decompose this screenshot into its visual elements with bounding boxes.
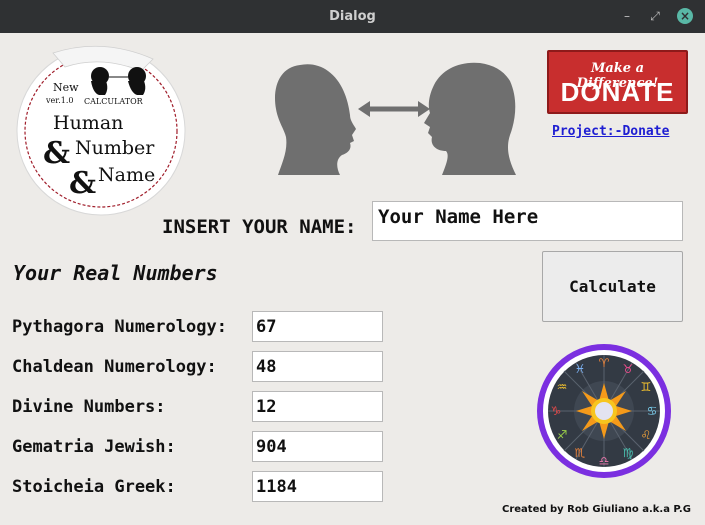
maximize-icon[interactable]: ⤢ (647, 8, 663, 24)
svg-text:♐: ♐ (557, 428, 568, 442)
logo-ampersand-1: & (43, 136, 70, 171)
stoicheia-label: Stoicheia Greek: (12, 477, 176, 497)
two-heads-image (275, 62, 516, 175)
donate-button[interactable]: Make a Difference! DONATE (547, 50, 688, 114)
calculate-button[interactable]: Calculate (542, 251, 683, 322)
close-icon[interactable]: × (677, 8, 693, 24)
gematria-value-field[interactable]: 904 (252, 431, 383, 462)
logo-text-name: Name (98, 164, 155, 186)
svg-text:♓: ♓ (575, 362, 586, 376)
logo-text-human: Human (53, 112, 123, 134)
donate-project-link[interactable]: Project:-Donate (552, 124, 669, 139)
donate-label: DONATE (560, 77, 675, 107)
chaldean-value-field[interactable]: 48 (252, 351, 383, 382)
stoicheia-value-field[interactable]: 1184 (252, 471, 383, 502)
svg-text:♊: ♊ (641, 380, 652, 394)
author-credit: Created by Rob Giuliano a.k.a P.G (502, 504, 691, 515)
divine-value-field[interactable]: 12 (252, 391, 383, 422)
svg-text:♌: ♌ (641, 428, 652, 442)
dialog-content: New ver.1.0 CALCULATOR Human & Number & … (2, 33, 703, 525)
dialog-window: Dialog – ⤢ × New ver.1.0 CALCULATOR Huma… (0, 0, 705, 525)
svg-text:♉: ♉ (623, 362, 634, 376)
minimize-icon[interactable]: – (619, 8, 635, 24)
title-bar[interactable]: Dialog – ⤢ × (0, 0, 705, 33)
svg-text:♒: ♒ (557, 380, 568, 394)
svg-text:♋: ♋ (647, 404, 658, 418)
name-input[interactable]: Your Name Here (372, 201, 683, 241)
window-title: Dialog (329, 9, 376, 24)
chaldean-label: Chaldean Numerology: (12, 357, 217, 377)
logo-text-new: New (53, 81, 79, 94)
logo-text-calculator: CALCULATOR (84, 97, 144, 106)
divine-label: Divine Numbers: (12, 397, 166, 417)
app-logo: New ver.1.0 CALCULATOR Human & Number & … (16, 45, 186, 216)
head-left-icon (275, 64, 356, 175)
pythagora-label: Pythagora Numerology: (12, 317, 227, 337)
zodiac-wheel-icon: ♈ ♉ ♊ ♋ ♌ ♍ ♎ ♏ ♐ ♑ ♒ ♓ (537, 344, 671, 478)
gematria-label: Gematria Jewish: (12, 437, 176, 457)
svg-text:♑: ♑ (551, 404, 562, 418)
logo-ampersand-2: & (69, 166, 96, 201)
svg-text:♎: ♎ (599, 454, 610, 468)
logo-text-number: Number (75, 137, 155, 159)
svg-text:♏: ♏ (575, 446, 586, 460)
double-arrow-icon (358, 101, 430, 117)
section-title: Your Real Numbers (13, 261, 218, 285)
svg-text:♍: ♍ (623, 446, 634, 460)
svg-text:♈: ♈ (599, 356, 610, 370)
pythagora-value-field[interactable]: 67 (252, 311, 383, 342)
logo-text-ver: ver.1.0 (45, 96, 73, 105)
head-right-icon (424, 62, 516, 175)
insert-name-label: INSERT YOUR NAME: (162, 216, 357, 238)
